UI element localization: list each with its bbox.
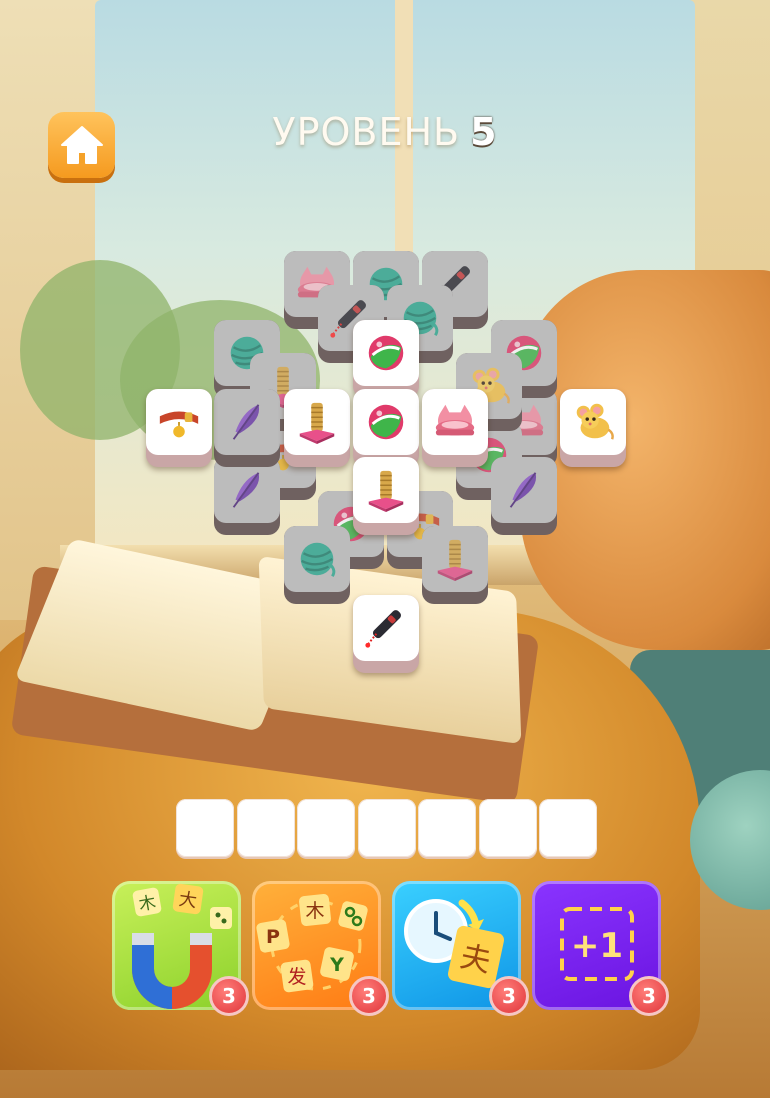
scratching-post-icon [437, 539, 473, 582]
home-icon [60, 126, 103, 164]
booster-count-badge: 3 [349, 976, 389, 1016]
tile-face [284, 526, 350, 592]
mahjong-tile[interactable] [353, 320, 419, 398]
booster-count-badge: 3 [209, 976, 249, 1016]
feather-toy-icon [509, 472, 537, 508]
tray-slot [539, 799, 597, 857]
svg-text:+1: +1 [571, 926, 623, 966]
booster-count-badge: 3 [629, 976, 669, 1016]
svg-text:大: 大 [177, 889, 198, 912]
tile-tray [176, 799, 598, 859]
mahjong-tile [422, 526, 488, 604]
tile-face [353, 320, 419, 386]
magnet-booster-button[interactable]: 木 大 3 [112, 881, 249, 1016]
svg-text:P: P [266, 926, 280, 948]
tile-face [560, 389, 626, 455]
home-button[interactable] [48, 112, 115, 178]
extra-slot-booster-button[interactable]: +1 3 [532, 881, 669, 1016]
booster-count-badge: 3 [489, 976, 529, 1016]
mahjong-tile [214, 389, 280, 467]
tray-slot [418, 799, 476, 857]
yarn-ball-icon [300, 542, 336, 578]
tile-face [491, 457, 557, 523]
tray-slot [236, 799, 295, 857]
feather-toy-icon [232, 404, 260, 440]
laser-pointer-icon [365, 610, 401, 648]
tray-slot [176, 799, 234, 857]
mahjong-tile [491, 457, 557, 535]
game-scene: УРОВЕНЬ 5 木 大 3 木 P Y 发 3 夫 3 +1 3 [0, 0, 770, 1098]
tray-slot [297, 799, 355, 857]
mahjong-tile[interactable] [422, 389, 488, 467]
feather-toy-icon [232, 472, 260, 508]
svg-text:木: 木 [137, 893, 157, 916]
tile-face [146, 389, 212, 455]
undo-booster-button[interactable]: 夫 3 [392, 881, 529, 1016]
svg-text:Y: Y [329, 954, 344, 976]
cat-toy-ball-icon [368, 335, 404, 371]
svg-text:木: 木 [305, 900, 324, 922]
scratching-post-icon [368, 470, 404, 513]
tray-slot [478, 799, 537, 857]
mahjong-tile[interactable] [353, 595, 419, 673]
mahjong-tile[interactable] [284, 389, 350, 467]
mahjong-tile[interactable] [353, 457, 419, 535]
mouse-toy-icon [576, 403, 614, 440]
tile-face [353, 457, 419, 523]
tile-face [284, 389, 350, 455]
tile-face [353, 389, 419, 455]
mahjong-tile [214, 457, 280, 535]
tray-slot [357, 799, 416, 857]
mahjong-tile[interactable] [560, 389, 626, 467]
tile-face [353, 595, 419, 661]
level-number: 5 [470, 110, 498, 154]
pillow [520, 270, 770, 650]
level-indicator: УРОВЕНЬ 5 [200, 110, 570, 160]
mahjong-tile[interactable] [146, 389, 212, 467]
shuffle-booster-button[interactable]: 木 P Y 发 3 [252, 881, 389, 1016]
scratching-post-icon [299, 402, 335, 445]
pet-collar-icon [159, 411, 199, 438]
pet-bowl-icon [435, 404, 475, 436]
tile-face [214, 389, 280, 455]
level-label: УРОВЕНЬ [272, 110, 461, 154]
tile-face [422, 389, 488, 455]
mahjong-tile [284, 526, 350, 604]
cat-toy-ball-icon [368, 404, 404, 440]
mahjong-tile[interactable] [353, 389, 419, 467]
tile-face [422, 526, 488, 592]
svg-text:发: 发 [287, 966, 306, 988]
